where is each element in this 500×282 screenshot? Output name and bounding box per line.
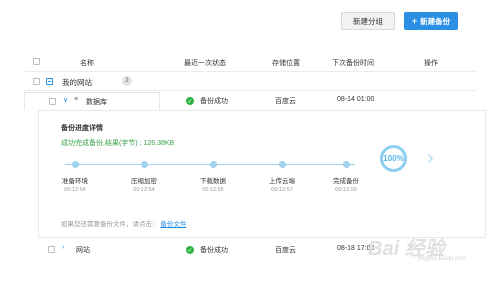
row-checkbox[interactable]	[49, 98, 56, 105]
success-icon: ✓	[186, 97, 194, 105]
group-checkbox[interactable]	[33, 78, 40, 85]
row-status: 备份成功	[200, 98, 228, 105]
plus-icon: +	[411, 16, 418, 26]
row-name: 网站	[76, 247, 90, 254]
row-checkbox[interactable]	[48, 246, 55, 253]
step-label: 下载数据	[200, 178, 226, 185]
footer-text: 如果您还需要备份文件，请点击：	[61, 221, 159, 228]
watermark: Bai 经验 jingyan.baidu.com	[368, 232, 486, 268]
header-location: 存储位置	[272, 60, 300, 67]
new-backup-label: 新建备份	[420, 16, 451, 26]
step-time: 00:13:00	[335, 187, 357, 193]
header-last-status: 最近一次状态	[184, 60, 226, 67]
timeline-dot	[279, 161, 286, 168]
success-icon: ✓	[186, 246, 194, 254]
timeline-dot	[210, 161, 217, 168]
chevron-down-icon[interactable]: ∨	[63, 96, 68, 104]
step-time: 00:12:54	[64, 187, 86, 193]
step-label: 完成备份	[333, 178, 359, 185]
select-all-checkbox[interactable]	[33, 58, 40, 65]
detail-result: 成功完成备份,结果(字节) : 126.38KB	[61, 140, 175, 147]
row-name: 数据库	[86, 99, 107, 106]
row-location: 百度云	[275, 247, 296, 254]
chevron-right-icon[interactable]: ›	[427, 146, 434, 170]
group-row[interactable]: 我的网站 2	[24, 73, 476, 91]
step-time: 00:12:55	[202, 187, 224, 193]
header-actions: 操作	[424, 60, 438, 67]
row-next-time: 08-14 01:00	[337, 96, 375, 103]
table-row[interactable]: ∨ ≡ 数据库 ✓ 备份成功 百度云 08-14 01:00	[24, 92, 476, 110]
timeline-dot	[343, 161, 350, 168]
timeline-dot	[141, 161, 148, 168]
table-header: 名称 最近一次状态 存储位置 下次备份时间 操作	[24, 52, 476, 72]
chevron-right-icon[interactable]: ›	[62, 244, 64, 251]
progress-percent: 100%	[383, 154, 404, 163]
step-label: 上传云端	[269, 178, 295, 185]
new-group-button[interactable]: 新建分组	[341, 12, 395, 30]
step-time: 00:12:54	[133, 187, 155, 193]
header-next-backup-time: 下次备份时间	[332, 60, 374, 67]
progress-ring: 100%	[380, 145, 407, 172]
row-location: 百度云	[275, 98, 296, 105]
group-name: 我的网站	[62, 78, 92, 87]
timeline-dot	[72, 161, 79, 168]
backup-progress-detail: 备份进度详情 成功完成备份,结果(字节) : 126.38KB 准备环境 00:…	[38, 110, 486, 238]
detail-footer: 如果您还需要备份文件，请点击： 备份文件	[61, 218, 186, 228]
new-backup-button[interactable]: + 新建备份	[404, 12, 458, 30]
step-label: 压缩加密	[131, 178, 157, 185]
watermark-url: jingyan.baidu.com	[418, 256, 467, 262]
step-label: 准备环境	[62, 178, 88, 185]
group-collapse-toggle[interactable]	[46, 78, 53, 85]
detail-title: 备份进度详情	[61, 125, 103, 132]
backup-files-link[interactable]: 备份文件	[160, 221, 186, 228]
group-count-badge: 2	[122, 76, 132, 86]
row-name-cell: ∨ ≡ 数据库	[24, 92, 160, 110]
new-group-label: 新建分组	[353, 16, 383, 26]
database-icon: ≡	[74, 96, 79, 103]
header-name: 名称	[80, 60, 94, 67]
step-time: 00:12:57	[271, 187, 293, 193]
row-status: 备份成功	[200, 247, 228, 254]
